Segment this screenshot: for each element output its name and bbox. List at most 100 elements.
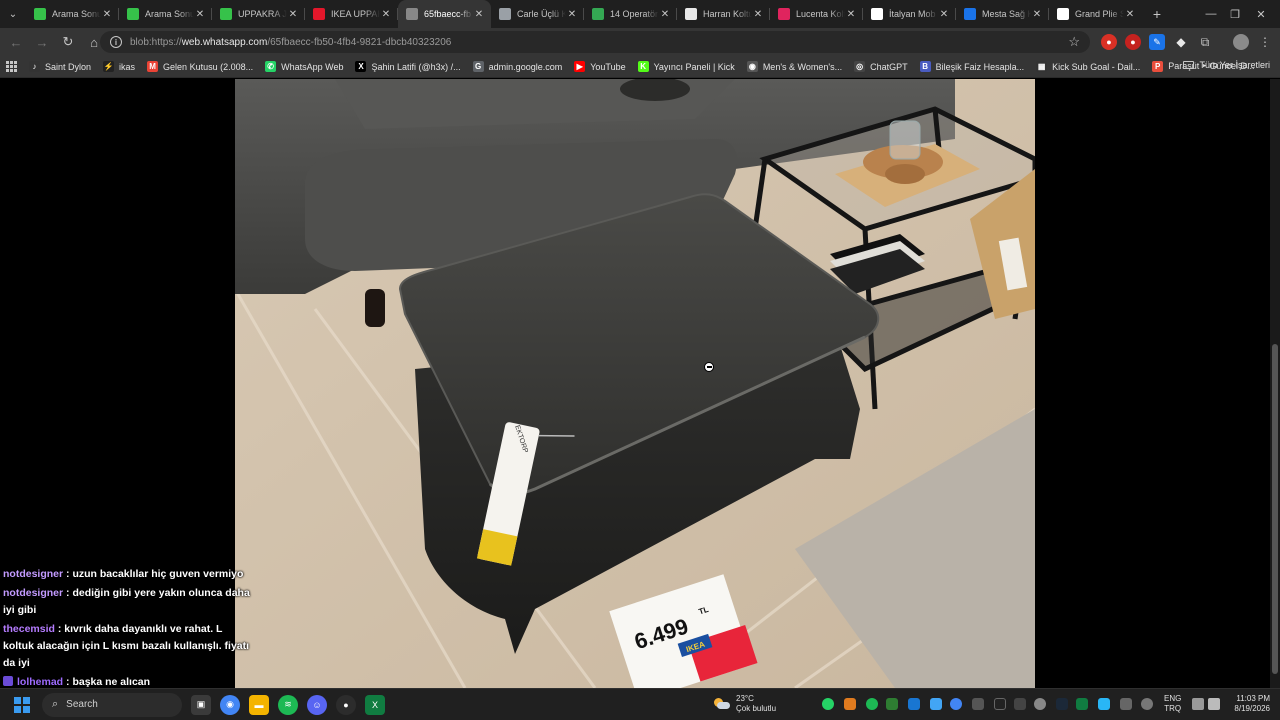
bookmark-label: Şahin Latifi (@h3x) /... (371, 61, 461, 72)
apps-grid-icon[interactable] (6, 61, 17, 72)
tab-close-icon[interactable]: ✕ (1124, 9, 1136, 20)
browser-tab[interactable]: UPPAKRA Jo ✕ (212, 0, 305, 28)
bookmark-item[interactable]: ✆ WhatsApp Web (265, 61, 343, 72)
scrollbar-thumb[interactable] (1272, 344, 1278, 674)
clock-time: 11:03 PM (1236, 694, 1270, 703)
browser-tab[interactable]: IKEA UPPAKRA✕ (305, 0, 398, 28)
tab-close-icon[interactable]: ✕ (845, 9, 857, 20)
weather-widget[interactable]: 23°C Çok bulutlu (714, 694, 776, 714)
browser-tab[interactable]: Carle Üçlü K ✕ (491, 0, 584, 28)
spotify-tray-icon[interactable] (866, 698, 878, 710)
tray-dark-icon[interactable] (1014, 698, 1026, 710)
microphone-tray-icon[interactable] (1141, 698, 1153, 710)
zoom-out-cursor-icon (704, 362, 714, 372)
steam-tray-icon[interactable] (1056, 698, 1068, 710)
task-view-icon[interactable]: ▣ (191, 694, 211, 715)
tab-close-icon[interactable]: ✕ (101, 9, 113, 20)
volume-icon[interactable] (1208, 698, 1220, 710)
address-bar[interactable]: i blob:https://web.whatsapp.com/65fbaecc… (100, 31, 1090, 53)
chrome-tray-icon[interactable] (950, 698, 962, 710)
spotify-icon[interactable]: ≋ (278, 694, 298, 715)
browser-tab[interactable]: Mesta Sağ K ✕ (956, 0, 1049, 28)
tab-search-chevron-icon[interactable]: ⌄ (0, 0, 26, 28)
chrome-taskbar-icon[interactable]: ◉ (220, 694, 240, 715)
file-explorer-icon[interactable]: ▬ (249, 694, 269, 715)
photo-drawing: EKTORP 6.499 TL IKEA (235, 79, 1035, 688)
tab-list: Arama Sonuçları✕Arama Sonuçları✕UPPAKRA … (26, 0, 1142, 28)
tab-close-icon[interactable]: ✕ (938, 9, 950, 20)
extension-translate-icon[interactable]: ✎ (1149, 34, 1165, 50)
tray-green-icon[interactable] (886, 698, 898, 710)
tab-title: UPPAKRA Jo (238, 9, 287, 19)
excel-tray-icon[interactable] (1076, 698, 1088, 710)
tab-close-icon[interactable]: ✕ (194, 9, 206, 20)
network-icon[interactable] (1192, 698, 1204, 710)
all-bookmarks-button[interactable]: Tüm Yer İşaretleri (1183, 60, 1270, 70)
excel-icon[interactable]: X (365, 694, 385, 715)
reload-icon[interactable]: ↻ (56, 30, 80, 54)
bookmark-item[interactable]: ◉ Men's & Women's... (746, 61, 842, 72)
tray-orange-icon[interactable] (844, 698, 856, 710)
tab-close-icon[interactable]: ✕ (380, 9, 392, 20)
whatsapp-tray-icon[interactable] (822, 698, 834, 710)
tab-close-icon[interactable]: ✕ (473, 9, 485, 20)
tab-close-icon[interactable]: ✕ (752, 9, 764, 20)
browser-tab[interactable]: Arama Sonuçları✕ (26, 0, 119, 28)
bookmark-item[interactable]: Gadmin.google.com (472, 61, 562, 72)
tray-circle-icon[interactable] (1034, 698, 1046, 710)
bookmark-item[interactable]: ▦ Kick Sub Goal - Dail... (1036, 61, 1140, 72)
bookmark-item[interactable]: ▶ YouTube (574, 61, 626, 72)
chat-text: başka ne alıcan (72, 676, 151, 688)
bookmark-item[interactable]: K Yayıncı Paneli | Kick (637, 61, 735, 72)
browser-tab[interactable]: Lucenta Kolt ✕ (770, 0, 863, 28)
folder-tray-icon[interactable] (930, 698, 942, 710)
tray-gray-icon[interactable] (972, 698, 984, 710)
tab-close-icon[interactable]: ✕ (659, 9, 671, 20)
obs-icon[interactable]: ● (336, 694, 356, 715)
tab-favicon-icon (406, 8, 418, 20)
bookmark-item[interactable]: ⚡ ikas (103, 61, 135, 72)
taskbar-search-box[interactable]: ⌕ Search (42, 692, 182, 717)
site-info-icon[interactable]: i (110, 36, 122, 48)
menu-kebab-icon[interactable]: ⋮ (1257, 34, 1273, 50)
tray-blue-icon[interactable] (1098, 698, 1110, 710)
tab-close-icon[interactable]: ✕ (1031, 9, 1043, 20)
extensions-puzzle-icon[interactable]: ⧉ (1197, 34, 1213, 50)
bookmark-item[interactable]: X Şahin Latifi (@h3x) /... (355, 61, 461, 72)
system-clock[interactable]: 11:03 PM 8/19/2026 (1226, 694, 1270, 714)
extension-red-icon[interactable]: ● (1101, 34, 1117, 50)
extension-diamond-icon[interactable]: ◆ (1173, 34, 1189, 50)
input-language-indicator[interactable]: ENG TRQ (1164, 694, 1181, 714)
windows-start-icon[interactable] (14, 696, 30, 713)
bookmark-item[interactable]: ♪ Saint Dylon (29, 61, 91, 72)
browser-tab[interactable]: Grand Plie S ✕ (1049, 0, 1142, 28)
new-tab-button[interactable]: + (1146, 6, 1168, 22)
obs-tray-icon[interactable] (994, 698, 1006, 710)
tab-favicon-icon (499, 8, 511, 20)
bookmark-item[interactable]: B Bileşik Faiz Hesapla... (919, 61, 1024, 72)
browser-tab[interactable]: İtalyan Mob ✕ (863, 0, 956, 28)
bookmark-label: ikas (119, 61, 136, 72)
browser-tab[interactable]: 65fbaecc-fb ✕ (398, 0, 491, 28)
discord-icon[interactable]: ☺ (307, 694, 327, 715)
browser-tab[interactable]: 14 Operatör ✕ (584, 0, 677, 28)
bookmark-item[interactable]: M Gelen Kutusu (2.008... (147, 61, 253, 72)
bookmark-item[interactable]: ◎ ChatGPT (854, 61, 908, 72)
close-window-button[interactable]: ✕ (1238, 0, 1280, 28)
ikea-ottoman-photo[interactable]: EKTORP 6.499 TL IKEA (235, 79, 1035, 688)
bookmark-label: Saint Dylon (45, 61, 92, 72)
browser-tab[interactable]: Arama Sonuçları✕ (119, 0, 212, 28)
back-arrow-icon[interactable]: ← (4, 30, 28, 54)
tab-close-icon[interactable]: ✕ (287, 9, 299, 20)
extension-shield-icon[interactable]: ● (1125, 34, 1141, 50)
shield-tray-icon[interactable] (908, 698, 920, 710)
page-scrollbar[interactable] (1270, 79, 1280, 688)
forward-arrow-icon[interactable]: → (30, 30, 54, 54)
tab-close-icon[interactable]: ✕ (566, 9, 578, 20)
url-text[interactable]: blob:https://web.whatsapp.com/65fbaecc-f… (130, 37, 451, 48)
bookmark-favicon-icon: ⚡ (103, 61, 115, 72)
usb-tray-icon[interactable] (1120, 698, 1132, 710)
bookmark-star-icon[interactable]: ☆ (1068, 34, 1080, 50)
browser-tab[interactable]: Harran Koltu ✕ (677, 0, 770, 28)
profile-avatar[interactable] (1233, 34, 1249, 50)
